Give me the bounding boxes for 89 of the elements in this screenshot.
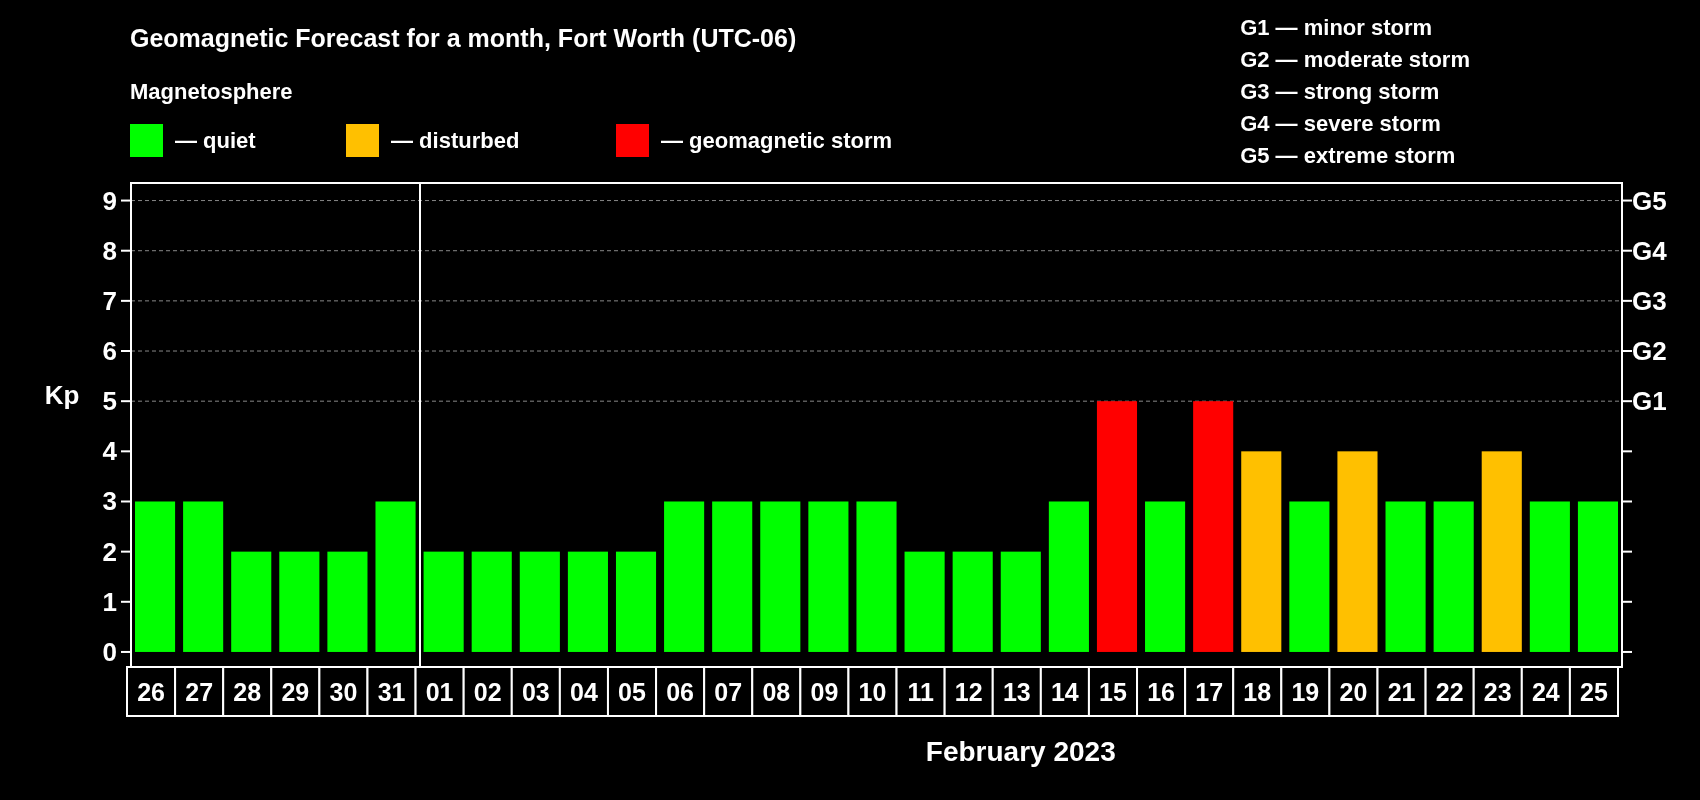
x-tick-label: 22 [1435,678,1464,706]
axis-tick-label: 4 [102,436,117,467]
legend-label: — geomagnetic storm [661,127,893,154]
month-label: February 2023 [925,736,1116,767]
x-tick-label: 07 [714,678,743,706]
axis-tick-label: 2 [102,536,117,567]
storm-level-label: G2 [1632,336,1667,366]
date-label: 13 [991,666,1042,717]
storm-level-label: G1 [1632,386,1667,417]
x-tick-label: 28 [233,678,262,706]
x-tick-label: 02 [473,678,502,706]
x-tick-label: 14 [1050,678,1079,706]
chart-title: Geomagnetic Forecast for a month, Fort Worth (UTC-06) [130,23,798,53]
x-tick-label: 25 [1580,678,1608,706]
x-tick-label: 26 [137,678,165,706]
date-label: 03 [510,666,561,717]
x-tick-label: 08 [762,678,791,706]
x-tick-label: 21 [1387,678,1416,706]
x-tick-label: 12 [954,678,983,706]
date-label: 01 [414,666,465,717]
date-label: 15 [1087,666,1139,717]
date-label: 10 [847,666,898,717]
x-tick-label: 17 [1195,678,1224,706]
date-label: 24 [1520,666,1571,717]
x-tick-label: 27 [185,678,214,706]
date-label: 31 [366,666,417,717]
axis-tick-label: 8 [102,235,117,266]
date-label: 05 [606,666,658,717]
x-tick-label: 24 [1531,678,1560,706]
date-label: 08 [751,666,802,717]
axis-tick-label: 1 [102,586,117,617]
x-tick-label: 04 [570,678,598,706]
x-tick-label: 03 [521,678,550,706]
date-label: 21 [1376,666,1427,717]
x-tick-label: 10 [858,678,887,706]
date-label: 27 [174,666,225,717]
x-tick-label: 20 [1339,678,1368,706]
date-label: 14 [1039,666,1090,717]
x-tick-label: 19 [1291,678,1320,706]
axis-title: Kp [44,380,80,410]
date-label: 06 [655,666,706,717]
date-label: 22 [1424,666,1475,717]
x-tick-label: 09 [810,678,839,706]
date-label: 20 [1328,666,1379,717]
axis-tick-label: 7 [102,285,117,316]
legend-title: Magnetosphere [130,78,294,106]
date-label: 17 [1184,666,1235,717]
storm-scale-label: G5 — extreme storm [1240,142,1457,170]
date-label: 07 [703,666,754,717]
date-label: 30 [318,666,369,717]
axis-tick-label: 9 [102,185,117,216]
date-label: 09 [799,666,850,717]
date-label: 18 [1232,666,1283,717]
axis-tick-label: 0 [102,636,117,667]
date-label: 28 [222,666,273,717]
date-label: 04 [558,666,609,717]
storm-level-label: G4 [1632,235,1667,266]
axis-tick-label: 3 [102,486,117,517]
x-tick-label: 13 [1002,678,1031,706]
date-label: 29 [270,666,321,717]
x-tick-label: 31 [377,678,406,706]
x-tick-label: 16 [1147,678,1175,706]
date-label: 16 [1136,666,1187,717]
x-tick-label: 06 [666,678,695,706]
date-label: 02 [462,666,513,717]
x-tick-label: 01 [425,678,454,706]
storm-scale-label: G3 — strong storm [1240,78,1441,106]
x-tick-label: 23 [1483,678,1512,706]
date-label: 23 [1472,666,1523,717]
x-tick-label: 05 [618,678,647,706]
date-label: 26 [126,666,177,717]
x-tick-label: 18 [1243,678,1272,706]
axis-tick-label: 5 [102,386,117,417]
legend-label: — disturbed [391,127,520,154]
storm-scale-label: G2 — moderate storm [1240,46,1470,74]
legend-label: — quiet [175,127,256,154]
storm-scale-label: G1 — minor storm [1240,14,1434,42]
storm-scale-label: G4 — severe storm [1240,110,1442,138]
date-label: 12 [943,666,994,717]
date-label: 19 [1280,666,1331,717]
x-tick-label: 15 [1099,678,1127,706]
x-tick-label: 29 [281,678,310,706]
date-label: 11 [895,666,946,717]
x-tick-label: 30 [329,678,358,706]
x-tick-label: 11 [907,678,934,706]
date-label: 25 [1568,666,1619,717]
axis-tick-label: 6 [102,336,117,366]
storm-level-label: G3 [1632,285,1667,316]
storm-level-label: G5 [1632,185,1667,216]
